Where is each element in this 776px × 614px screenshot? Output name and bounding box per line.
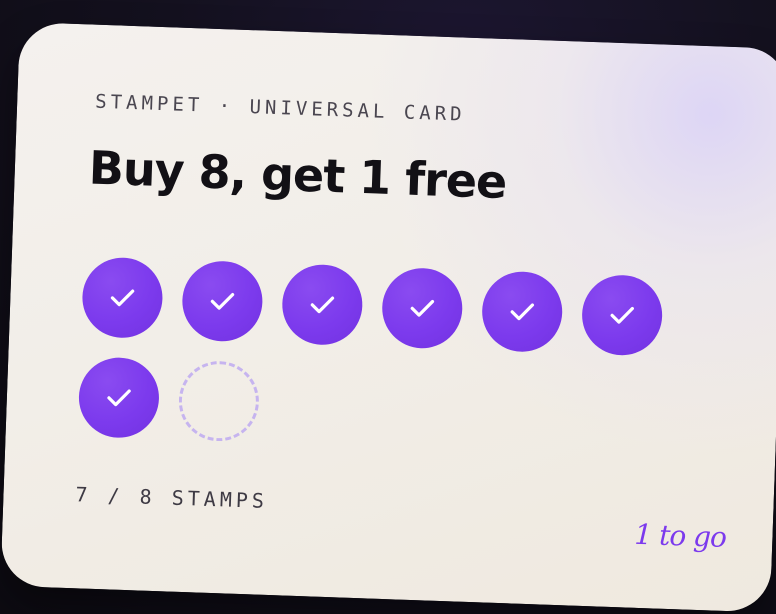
card-title: Buy 8, get 1 free bbox=[88, 140, 508, 210]
stamp-slot-filled bbox=[480, 270, 564, 354]
check-icon bbox=[110, 289, 135, 307]
loyalty-card: STAMPET · UNIVERSAL CARD Buy 8, get 1 fr… bbox=[0, 22, 776, 613]
stamp-slot-empty bbox=[177, 359, 261, 443]
stamp-slot-filled bbox=[580, 273, 664, 357]
stamp-slot-filled bbox=[181, 259, 264, 343]
stamp-grid bbox=[77, 256, 704, 443]
stamp-progress-text: 7 / 8 STAMPS bbox=[75, 482, 269, 513]
stamp-slot-filled bbox=[81, 256, 164, 340]
check-icon bbox=[107, 389, 131, 407]
check-icon bbox=[510, 303, 535, 321]
check-icon bbox=[410, 299, 435, 317]
card-eyebrow: STAMPET · UNIVERSAL CARD bbox=[94, 90, 466, 126]
stamp-slot-filled bbox=[77, 356, 161, 440]
stamp-slot-filled bbox=[380, 266, 464, 350]
check-icon bbox=[610, 306, 634, 324]
remaining-stamps-text: 1 to go bbox=[633, 517, 727, 554]
check-icon bbox=[310, 296, 335, 314]
stamp-slot-filled bbox=[280, 263, 364, 347]
check-icon bbox=[210, 292, 235, 310]
page-background: STAMPET · UNIVERSAL CARD Buy 8, get 1 fr… bbox=[0, 0, 776, 614]
